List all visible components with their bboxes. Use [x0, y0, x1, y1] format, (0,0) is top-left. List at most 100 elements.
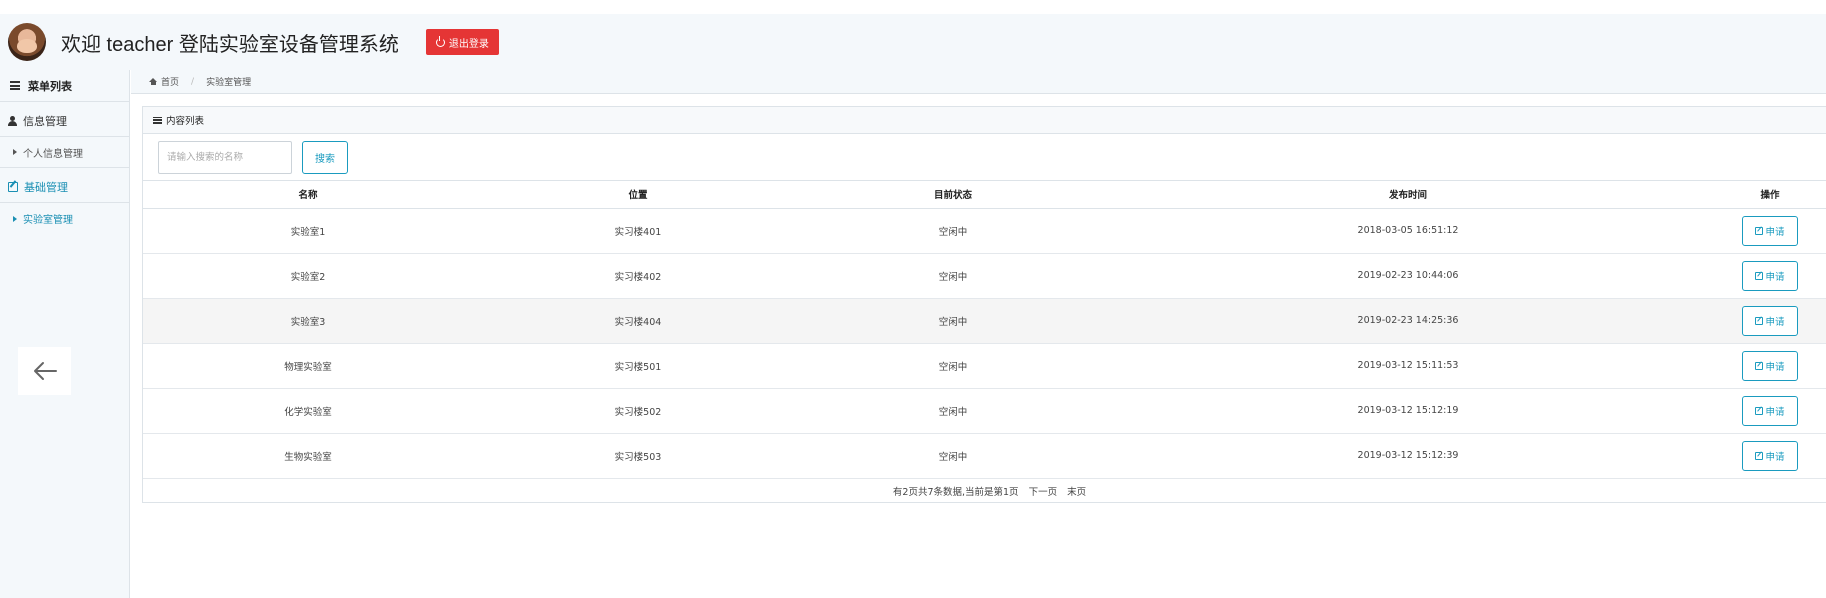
breadcrumb: 首页 / 实验室管理 — [131, 70, 1826, 94]
apply-label: 申请 — [1765, 316, 1785, 328]
cell-time: 2018-03-05 16:51:12 — [1103, 208, 1713, 254]
pagination: 有2页共7条数据,当前是第1页 下一页 末页 — [143, 479, 1826, 504]
cell-location: 实习楼503 — [473, 433, 803, 479]
panel-title: 内容列表 — [166, 116, 205, 127]
edit-icon — [1755, 406, 1764, 415]
panel-header: 内容列表 — [143, 107, 1826, 134]
cell-status: 空闲中 — [803, 343, 1103, 389]
cell-action: 申请 — [1713, 298, 1826, 344]
cell-time: 2019-02-23 14:25:36 — [1103, 298, 1713, 344]
edit-icon — [1755, 451, 1764, 460]
edit-icon — [1755, 271, 1764, 280]
cell-status: 空闲中 — [803, 433, 1103, 479]
pagination-last[interactable]: 末页 — [1067, 484, 1086, 498]
sidebar-header: 菜单列表 — [0, 70, 129, 102]
cell-location: 实习楼502 — [473, 388, 803, 434]
back-button[interactable] — [18, 347, 71, 395]
caret-right-icon — [13, 215, 17, 222]
breadcrumb-home[interactable]: 首页 — [161, 75, 179, 88]
apply-label: 申请 — [1765, 226, 1785, 238]
table-header-row: 名称 位置 目前状态 发布时间 操作 — [143, 181, 1826, 209]
avatar — [8, 23, 46, 61]
list-icon — [10, 81, 20, 90]
header: 欢迎 teacher 登陆实验室设备管理系统 退出登录 — [0, 14, 1826, 70]
table-row: 实验室1 实习楼401 空闲中 2018-03-05 16:51:12 申请 — [143, 208, 1826, 254]
sidebar-item-label: 实验室管理 — [23, 215, 73, 226]
cell-name: 实验室2 — [143, 253, 473, 299]
sidebar-item-lab-management[interactable]: 实验室管理 — [0, 203, 129, 234]
apply-label: 申请 — [1765, 451, 1785, 463]
edit-icon — [1755, 316, 1764, 325]
cell-status: 空闲中 — [803, 253, 1103, 299]
cell-time: 2019-03-12 15:11:53 — [1103, 343, 1713, 389]
cell-status: 空闲中 — [803, 208, 1103, 254]
cell-name: 实验室3 — [143, 298, 473, 344]
table-row: 生物实验室 实习楼503 空闲中 2019-03-12 15:12:39 申请 — [143, 433, 1826, 479]
cell-location: 实习楼501 — [473, 343, 803, 389]
sidebar: 菜单列表 信息管理 个人信息管理 基础管理 实验室管理 — [0, 70, 130, 598]
cell-name: 生物实验室 — [143, 433, 473, 479]
content-panel: 内容列表 搜索 名称 位置 目前状态 发布时间 操作 实验室1 — [142, 106, 1826, 503]
welcome-title: 欢迎 teacher 登陆实验室设备管理系统 — [61, 33, 399, 56]
cell-name: 实验室1 — [143, 208, 473, 254]
apply-label: 申请 — [1765, 406, 1785, 418]
edit-icon — [8, 182, 18, 192]
power-icon — [435, 35, 445, 47]
cell-location: 实习楼401 — [473, 208, 803, 254]
breadcrumb-current: 实验室管理 — [206, 78, 252, 88]
apply-button[interactable]: 申请 — [1742, 395, 1798, 426]
apply-label: 申请 — [1765, 271, 1785, 283]
col-header-location: 位置 — [473, 181, 803, 209]
sidebar-title: 菜单列表 — [28, 79, 72, 93]
caret-right-icon — [13, 149, 17, 155]
cell-status: 空闲中 — [803, 298, 1103, 344]
sidebar-item-label: 个人信息管理 — [23, 148, 83, 160]
cell-action: 申请 — [1713, 253, 1826, 299]
table-row: 物理实验室 实习楼501 空闲中 2019-03-12 15:11:53 申请 — [143, 343, 1826, 389]
cell-action: 申请 — [1713, 343, 1826, 389]
sidebar-item-personal-info[interactable]: 个人信息管理 — [0, 137, 129, 168]
edit-icon — [1755, 226, 1764, 235]
breadcrumb-separator: / — [191, 76, 195, 87]
apply-label: 申请 — [1765, 361, 1785, 373]
apply-button[interactable]: 申请 — [1742, 260, 1798, 291]
top-strip — [0, 0, 1826, 14]
pagination-summary: 有2页共7条数据,当前是第1页 — [892, 487, 1019, 498]
table-row: 实验室2 实习楼402 空闲中 2019-02-23 10:44:06 申请 — [143, 253, 1826, 299]
sidebar-group-label: 基础管理 — [24, 181, 68, 194]
col-header-name: 名称 — [143, 181, 473, 209]
table-row: 化学实验室 实习楼502 空闲中 2019-03-12 15:12:19 申请 — [143, 388, 1826, 434]
cell-time: 2019-03-12 15:12:19 — [1103, 388, 1713, 434]
cell-name: 物理实验室 — [143, 343, 473, 389]
lab-table: 名称 位置 目前状态 发布时间 操作 实验室1 实习楼401 空闲中 2018-… — [143, 181, 1826, 479]
arrow-left-icon — [33, 362, 57, 380]
col-header-action: 操作 — [1713, 181, 1826, 209]
cell-time: 2019-02-23 10:44:06 — [1103, 253, 1713, 299]
search-input[interactable] — [158, 140, 292, 174]
cell-time: 2019-03-12 15:12:39 — [1103, 433, 1713, 479]
main-content: 内容列表 搜索 名称 位置 目前状态 发布时间 操作 实验室1 — [131, 94, 1826, 598]
sidebar-group-basic[interactable]: 基础管理 — [0, 172, 129, 203]
apply-button[interactable]: 申请 — [1742, 350, 1798, 381]
search-button[interactable]: 搜索 — [302, 140, 348, 174]
user-icon — [8, 116, 17, 126]
logout-button[interactable]: 退出登录 — [425, 29, 499, 55]
cell-action: 申请 — [1713, 433, 1826, 479]
cell-action: 申请 — [1713, 208, 1826, 254]
cell-location: 实习楼402 — [473, 253, 803, 299]
cell-action: 申请 — [1713, 388, 1826, 434]
pagination-next[interactable]: 下一页 — [1029, 484, 1058, 498]
logout-label: 退出登录 — [448, 38, 489, 50]
cell-status: 空闲中 — [803, 388, 1103, 434]
cell-location: 实习楼404 — [473, 298, 803, 344]
sidebar-group-info[interactable]: 信息管理 — [0, 106, 129, 137]
apply-button[interactable]: 申请 — [1742, 215, 1798, 246]
edit-icon — [1755, 361, 1764, 370]
apply-button[interactable]: 申请 — [1742, 305, 1798, 336]
home-icon — [149, 78, 157, 85]
apply-button[interactable]: 申请 — [1742, 440, 1798, 471]
sidebar-group-label: 信息管理 — [23, 115, 67, 128]
col-header-time: 发布时间 — [1103, 181, 1713, 209]
search-row: 搜索 — [143, 134, 1826, 181]
col-header-status: 目前状态 — [803, 181, 1103, 209]
